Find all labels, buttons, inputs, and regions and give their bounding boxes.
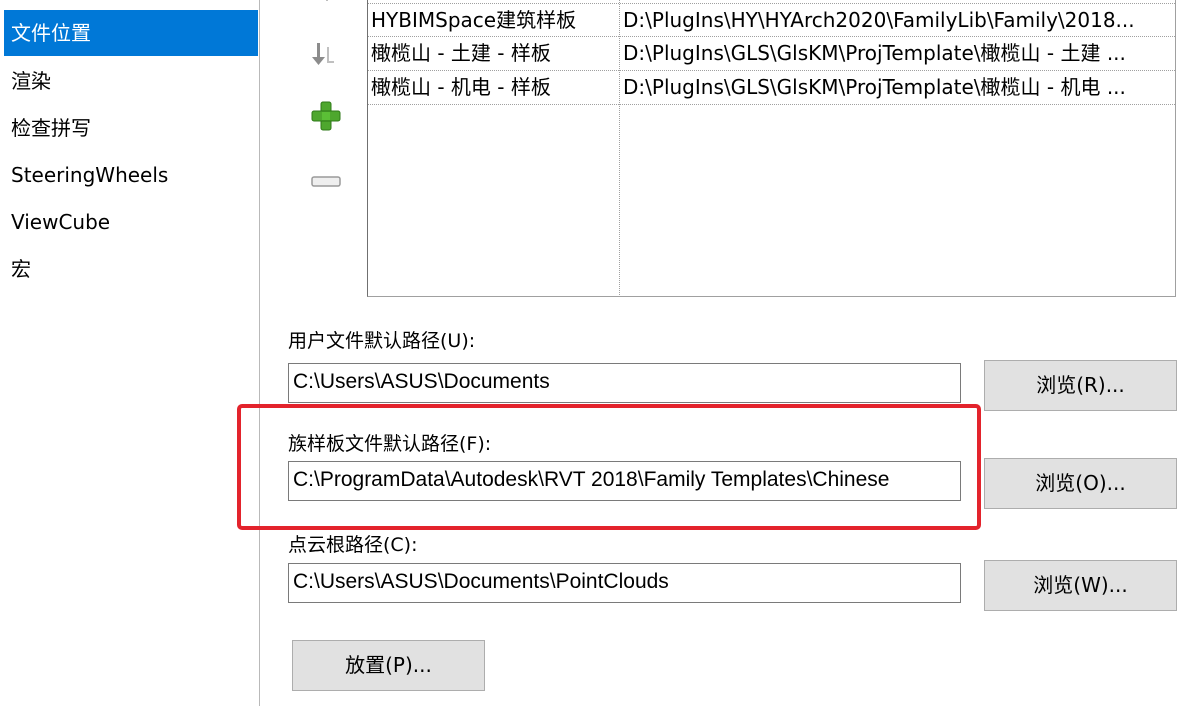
sidebar-item-rendering[interactable]: 渲染 xyxy=(4,58,258,104)
project-templates-table[interactable]: HYBIMSpace建筑样板 D:\PlugIns\HY\HYArch2020\… xyxy=(367,0,1176,297)
template-path: D:\PlugIns\GLS\GlsKM\ProjTemplate\橄榄山 - … xyxy=(623,41,1126,65)
remove-icon[interactable] xyxy=(311,173,341,187)
sidebar-item-check-spelling[interactable]: 检查拼写 xyxy=(4,105,258,151)
template-path: D:\PlugIns\HY\HYArch2020\FamilyLib\Famil… xyxy=(623,8,1135,32)
sidebar-item-steeringwheels[interactable]: SteeringWheels xyxy=(4,152,258,198)
browse-point-cloud-button[interactable]: 浏览(W)... xyxy=(984,560,1177,611)
add-icon[interactable] xyxy=(311,101,341,131)
move-up-icon[interactable] xyxy=(311,0,341,4)
sidebar-item-file-locations[interactable]: 文件位置 xyxy=(4,10,258,56)
template-name: 橄榄山 - 机电 - 样板 xyxy=(371,75,551,99)
template-path: D:\PlugIns\GLS\GlsKM\ProjTemplate\橄榄山 - … xyxy=(623,75,1126,99)
template-name: HYBIMSpace建筑样板 xyxy=(371,8,577,32)
family-templates-path-field[interactable]: C:\ProgramData\Autodesk\RVT 2018\Family … xyxy=(288,461,961,501)
user-files-path-label: 用户文件默认路径(U): xyxy=(288,330,476,352)
table-row[interactable]: HYBIMSpace建筑样板 D:\PlugIns\HY\HYArch2020\… xyxy=(368,3,1175,37)
user-files-path-field[interactable]: C:\Users\ASUS\Documents xyxy=(288,363,961,403)
family-templates-path-label: 族样板文件默认路径(F): xyxy=(288,433,492,455)
sidebar-item-macros[interactable]: 宏 xyxy=(4,246,258,292)
table-row[interactable]: 橄榄山 - 土建 - 样板 D:\PlugIns\GLS\GlsKM\ProjT… xyxy=(368,37,1175,71)
point-cloud-path-label: 点云根路径(C): xyxy=(288,534,418,556)
browse-family-templates-button[interactable]: 浏览(O)... xyxy=(984,458,1177,509)
sidebar-item-viewcube[interactable]: ViewCube xyxy=(4,199,258,245)
template-name: 橄榄山 - 土建 - 样板 xyxy=(371,41,551,65)
sidebar: 文件位置 渲染 检查拼写 SteeringWheels ViewCube 宏 xyxy=(0,0,260,706)
point-cloud-path-field[interactable]: C:\Users\ASUS\Documents\PointClouds xyxy=(288,563,961,603)
browse-user-files-button[interactable]: 浏览(R)... xyxy=(984,360,1177,411)
table-row[interactable]: 橄榄山 - 机电 - 样板 D:\PlugIns\GLS\GlsKM\ProjT… xyxy=(368,71,1175,105)
move-down-icon[interactable] xyxy=(310,41,342,69)
places-button[interactable]: 放置(P)... xyxy=(292,640,485,691)
